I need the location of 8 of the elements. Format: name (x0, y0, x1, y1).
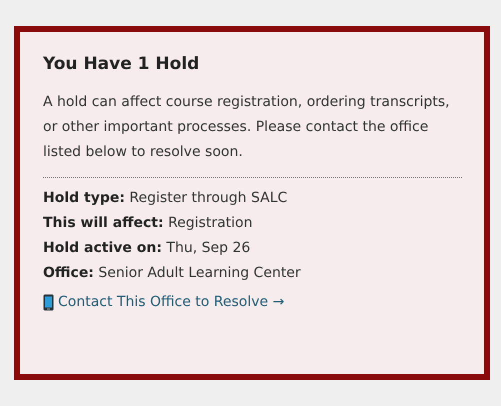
hold-description: A hold can affect course registration, ordering transcripts, or other important processes. Please contact the office listed below to resolve soon. (43, 93, 451, 162)
hold-detail: Office: Senior Adult Learning Center (43, 264, 302, 283)
hold-detail: This will affect: Registration (43, 214, 254, 233)
contact-office-link[interactable]: Contact This Office to Resolve → (43, 290, 284, 314)
hold-detail: Hold type: Register through SALC (43, 189, 288, 208)
card-title: You Have 1 Hold (43, 54, 200, 74)
mobile-phone-icon (43, 294, 54, 310)
hold-detail: Hold active on: Thu, Sep 26 (43, 239, 252, 258)
